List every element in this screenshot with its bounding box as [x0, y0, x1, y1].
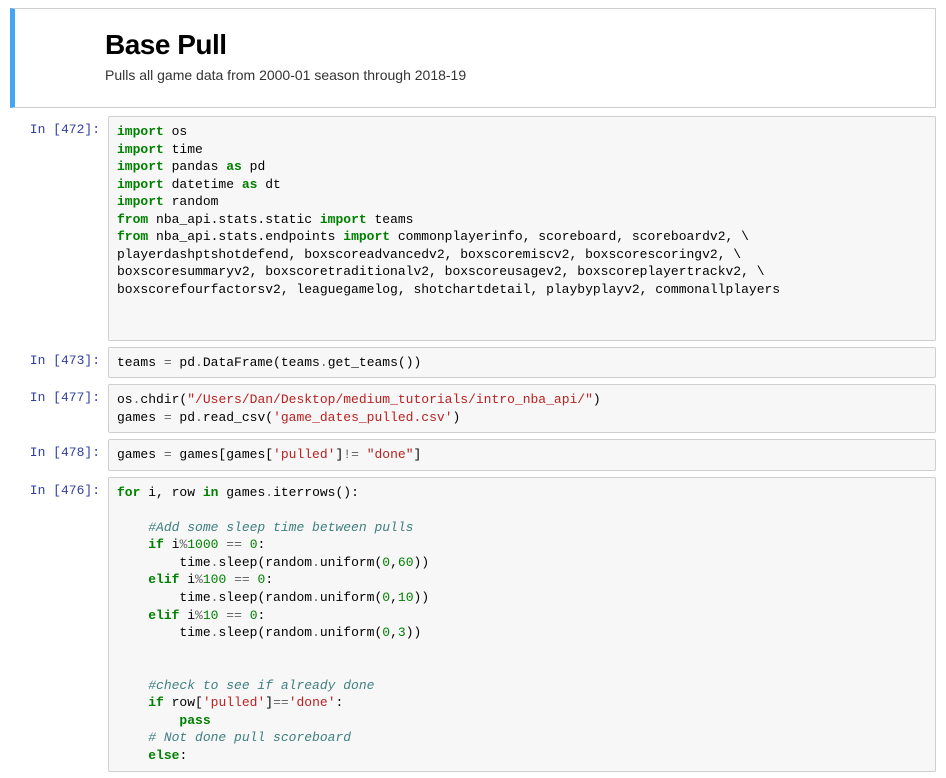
- code-token: import: [117, 159, 164, 174]
- code-token: 60: [398, 555, 414, 570]
- code-token: ==: [234, 572, 250, 587]
- code-token: #Add some sleep time between pulls: [148, 520, 413, 535]
- input-prompt: In [478]:: [10, 439, 108, 471]
- code-token: %: [195, 608, 203, 623]
- input-prompt: In [477]:: [10, 384, 108, 433]
- code-token: !=: [343, 447, 359, 462]
- code-token: 'pulled': [203, 695, 265, 710]
- code-token: %: [195, 572, 203, 587]
- code-token: 'done': [289, 695, 336, 710]
- code-token: =: [164, 410, 172, 425]
- code-token: 0: [382, 555, 390, 570]
- code-token: from: [117, 229, 148, 244]
- code-token: .: [211, 555, 219, 570]
- code-token: .: [265, 485, 273, 500]
- code-input-area[interactable]: teams = pd.DataFrame(teams.get_teams()): [108, 347, 936, 379]
- code-token: "/Users/Dan/Desktop/medium_tutorials/int…: [187, 392, 593, 407]
- code-token: # Not done pull scoreboard: [148, 730, 351, 745]
- code-token: .: [312, 625, 320, 640]
- code-token: import: [117, 194, 164, 209]
- code-token: 100: [203, 572, 226, 587]
- code-token: ==: [273, 695, 289, 710]
- code-input-area[interactable]: os.chdir("/Users/Dan/Desktop/medium_tuto…: [108, 384, 936, 433]
- code-token: .: [312, 590, 320, 605]
- code-token: ==: [226, 608, 242, 623]
- code-cell[interactable]: In [478]:games = games[games['pulled']!=…: [10, 439, 936, 471]
- code-token: in: [203, 485, 219, 500]
- code-token: import: [117, 142, 164, 157]
- code-cell[interactable]: In [477]:os.chdir("/Users/Dan/Desktop/me…: [10, 384, 936, 433]
- code-token: for: [117, 485, 140, 500]
- code-token: 'game_dates_pulled.csv': [273, 410, 452, 425]
- code-token: 0: [250, 537, 258, 552]
- input-prompt: In [473]:: [10, 347, 108, 379]
- code-input-area[interactable]: import os import time import pandas as p…: [108, 116, 936, 341]
- markdown-cell[interactable]: Base Pull Pulls all game data from 2000-…: [10, 8, 936, 108]
- code-token: .: [320, 355, 328, 370]
- code-token: elif: [148, 572, 179, 587]
- code-token: 3: [398, 625, 406, 640]
- code-token: import: [343, 229, 390, 244]
- code-token: .: [195, 355, 203, 370]
- code-token: 0: [382, 625, 390, 640]
- code-token: 'pulled': [273, 447, 335, 462]
- code-token: 0: [258, 572, 266, 587]
- code-token: pass: [179, 713, 210, 728]
- code-token: .: [211, 625, 219, 640]
- code-token: 0: [382, 590, 390, 605]
- code-token: .: [195, 410, 203, 425]
- code-token: =: [164, 447, 172, 462]
- code-token: as: [226, 159, 242, 174]
- code-token: "done": [367, 447, 414, 462]
- notebook-container: Base Pull Pulls all game data from 2000-…: [0, 8, 946, 772]
- code-token: as: [242, 177, 258, 192]
- code-token: from: [117, 212, 148, 227]
- code-token: 10: [398, 590, 414, 605]
- markdown-title: Base Pull: [105, 29, 923, 61]
- code-cell[interactable]: In [472]:import os import time import pa…: [10, 116, 936, 341]
- code-cell[interactable]: In [476]:for i, row in games.iterrows():…: [10, 477, 936, 772]
- code-input-area[interactable]: games = games[games['pulled']!= "done"]: [108, 439, 936, 471]
- markdown-subtitle: Pulls all game data from 2000-01 season …: [105, 67, 923, 83]
- code-token: if: [148, 695, 164, 710]
- code-token: .: [211, 590, 219, 605]
- code-token: import: [117, 177, 164, 192]
- code-token: 10: [203, 608, 219, 623]
- input-prompt: In [472]:: [10, 116, 108, 341]
- code-token: .: [133, 392, 141, 407]
- code-token: .: [312, 555, 320, 570]
- code-cell[interactable]: In [473]:teams = pd.DataFrame(teams.get_…: [10, 347, 936, 379]
- code-token: =: [164, 355, 172, 370]
- code-input-area[interactable]: for i, row in games.iterrows(): #Add som…: [108, 477, 936, 772]
- code-token: elif: [148, 608, 179, 623]
- code-token: #check to see if already done: [148, 678, 374, 693]
- code-token: if: [148, 537, 164, 552]
- input-prompt: In [476]:: [10, 477, 108, 772]
- code-token: ==: [226, 537, 242, 552]
- code-token: import: [320, 212, 367, 227]
- markdown-cell-inner: Base Pull Pulls all game data from 2000-…: [15, 29, 935, 83]
- code-token: import: [117, 124, 164, 139]
- code-token: 0: [250, 608, 258, 623]
- code-token: else: [148, 748, 179, 763]
- code-token: 1000: [187, 537, 218, 552]
